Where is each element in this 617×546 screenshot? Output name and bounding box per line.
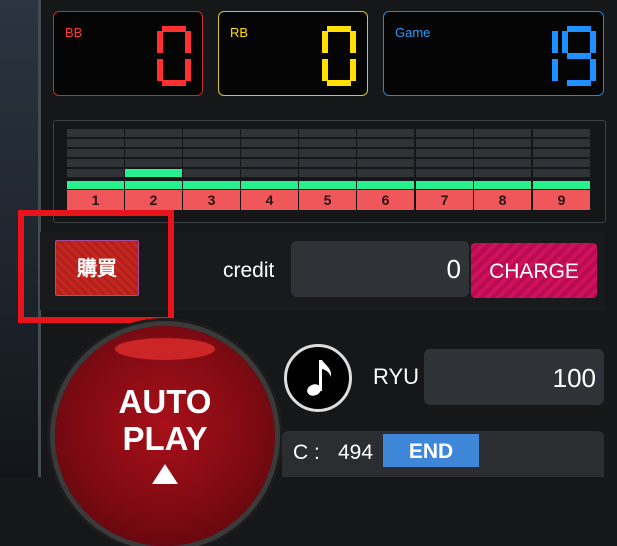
reel-column-4: 4 (241, 129, 298, 210)
reel-number: 9 (533, 190, 590, 210)
game-counter: Game (383, 11, 604, 96)
play-icon (152, 464, 178, 484)
button-highlight (115, 338, 215, 360)
highlight-box (18, 210, 174, 323)
reel-number: 3 (183, 190, 240, 210)
end-button[interactable]: END (383, 434, 479, 467)
autoplay-label-line2: PLAY (122, 420, 208, 457)
reel-column-6: 6 (357, 129, 414, 210)
reel-number: 7 (416, 190, 473, 210)
reel-number: 2 (125, 190, 182, 210)
reel-number: 5 (299, 190, 356, 210)
reel-column-8: 8 (474, 129, 531, 210)
reel-column-9: 9 (533, 129, 590, 210)
credit-display: 0 (291, 241, 469, 297)
rb-counter: RB (218, 11, 368, 96)
reel-number: 6 (357, 190, 414, 210)
reel-column-7: 7 (416, 129, 473, 210)
reel-indicator-panel: 1 2 3 4 5 6 7 8 9 (53, 120, 606, 223)
c-value: 494 (338, 441, 374, 464)
rb-value (322, 26, 356, 86)
game-value (546, 26, 596, 86)
reel-number: 1 (67, 190, 124, 210)
reel-column-2: 2 (125, 129, 182, 210)
bb-counter: BB (53, 11, 203, 96)
reel-number: 4 (241, 190, 298, 210)
ryu-label: RYU (373, 364, 420, 389)
reel-number: 8 (474, 190, 531, 210)
game-label: Game (395, 25, 431, 40)
rb-label: RB (230, 25, 249, 40)
reel-column-3: 3 (183, 129, 240, 210)
bb-label: BB (65, 25, 83, 40)
c-label: C : (293, 441, 320, 464)
bb-value (157, 26, 191, 86)
ryu-display: 100 (424, 349, 604, 405)
music-note-icon[interactable] (284, 344, 352, 412)
reel-column-5: 5 (299, 129, 356, 210)
credit-label: credit (223, 259, 275, 282)
reel-column-1: 1 (67, 129, 124, 210)
ryu-value: 100 (552, 363, 596, 393)
autoplay-label-line1: AUTO (118, 383, 212, 420)
charge-button[interactable]: CHARGE (471, 243, 597, 298)
credit-value: 0 (446, 254, 461, 284)
autoplay-button[interactable]: AUTO PLAY (55, 326, 275, 546)
